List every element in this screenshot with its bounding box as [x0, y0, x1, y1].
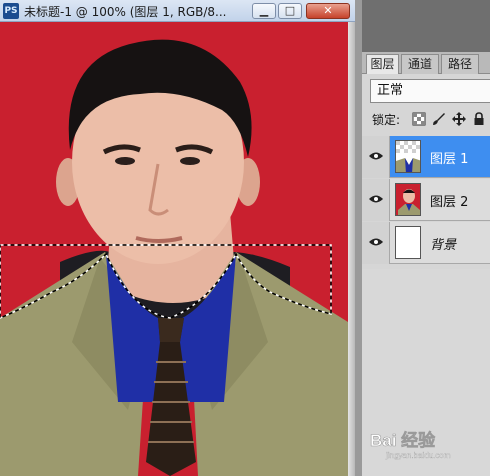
visibility-toggle[interactable]	[362, 179, 390, 221]
lock-paint-icon[interactable]	[432, 112, 446, 126]
vertical-scrollbar[interactable]	[348, 22, 355, 476]
layer-name: 图层 1	[430, 152, 469, 167]
svg-text:jingyan.baidu.com: jingyan.baidu.com	[385, 451, 451, 460]
eye-icon	[369, 238, 383, 246]
eye-icon	[369, 152, 383, 160]
blend-mode-select[interactable]: 正常	[370, 79, 490, 103]
lock-transparency-icon[interactable]	[412, 112, 426, 126]
portrait-photo	[0, 22, 348, 476]
photoshop-app-icon: PS	[3, 3, 19, 19]
layer-row-background[interactable]: 背景	[362, 222, 490, 264]
lock-controls: 锁定:	[362, 108, 490, 130]
layers-panel: 图层 通道 路径 正常 锁定: 图层 1 图层 2 背景	[362, 0, 490, 476]
visibility-toggle[interactable]	[362, 222, 390, 264]
maximize-button[interactable]: □	[278, 3, 302, 19]
layer-row-layer1[interactable]: 图层 1	[362, 136, 490, 178]
svg-text:Bai 经验: Bai 经验	[370, 430, 436, 450]
document-title: 未标题-1 @ 100% (图层 1, RGB/8...	[24, 5, 227, 19]
minimize-button[interactable]: ▁	[252, 3, 276, 19]
baidu-jingyan-watermark: Bai 经验 jingyan.baidu.com	[370, 430, 451, 460]
layer-thumbnail	[395, 226, 421, 259]
layer-thumbnail	[395, 183, 421, 216]
document-canvas[interactable]	[0, 22, 348, 476]
layer-row-layer2[interactable]: 图层 2	[362, 179, 490, 221]
layer-thumbnail	[395, 140, 421, 173]
lock-all-icon[interactable]	[472, 112, 486, 126]
layer-name: 图层 2	[430, 195, 469, 210]
panel-divider	[355, 0, 362, 476]
close-button[interactable]: ✕	[306, 3, 350, 19]
eye-icon	[369, 195, 383, 203]
visibility-toggle[interactable]	[362, 136, 390, 178]
tab-layers[interactable]: 图层	[366, 54, 399, 74]
layer-name: 背景	[430, 238, 457, 253]
tab-paths[interactable]: 路径	[441, 54, 479, 74]
panel-tab-bar: 图层 通道 路径	[362, 52, 490, 74]
lock-label: 锁定:	[372, 113, 401, 127]
lock-move-icon[interactable]	[452, 112, 466, 126]
document-window: PS 未标题-1 @ 100% (图层 1, RGB/8... ▁ □ ✕	[0, 0, 355, 476]
document-titlebar[interactable]: PS 未标题-1 @ 100% (图层 1, RGB/8... ▁ □ ✕	[0, 0, 355, 22]
tab-channels[interactable]: 通道	[401, 54, 439, 74]
panel-dock-header	[362, 0, 490, 52]
